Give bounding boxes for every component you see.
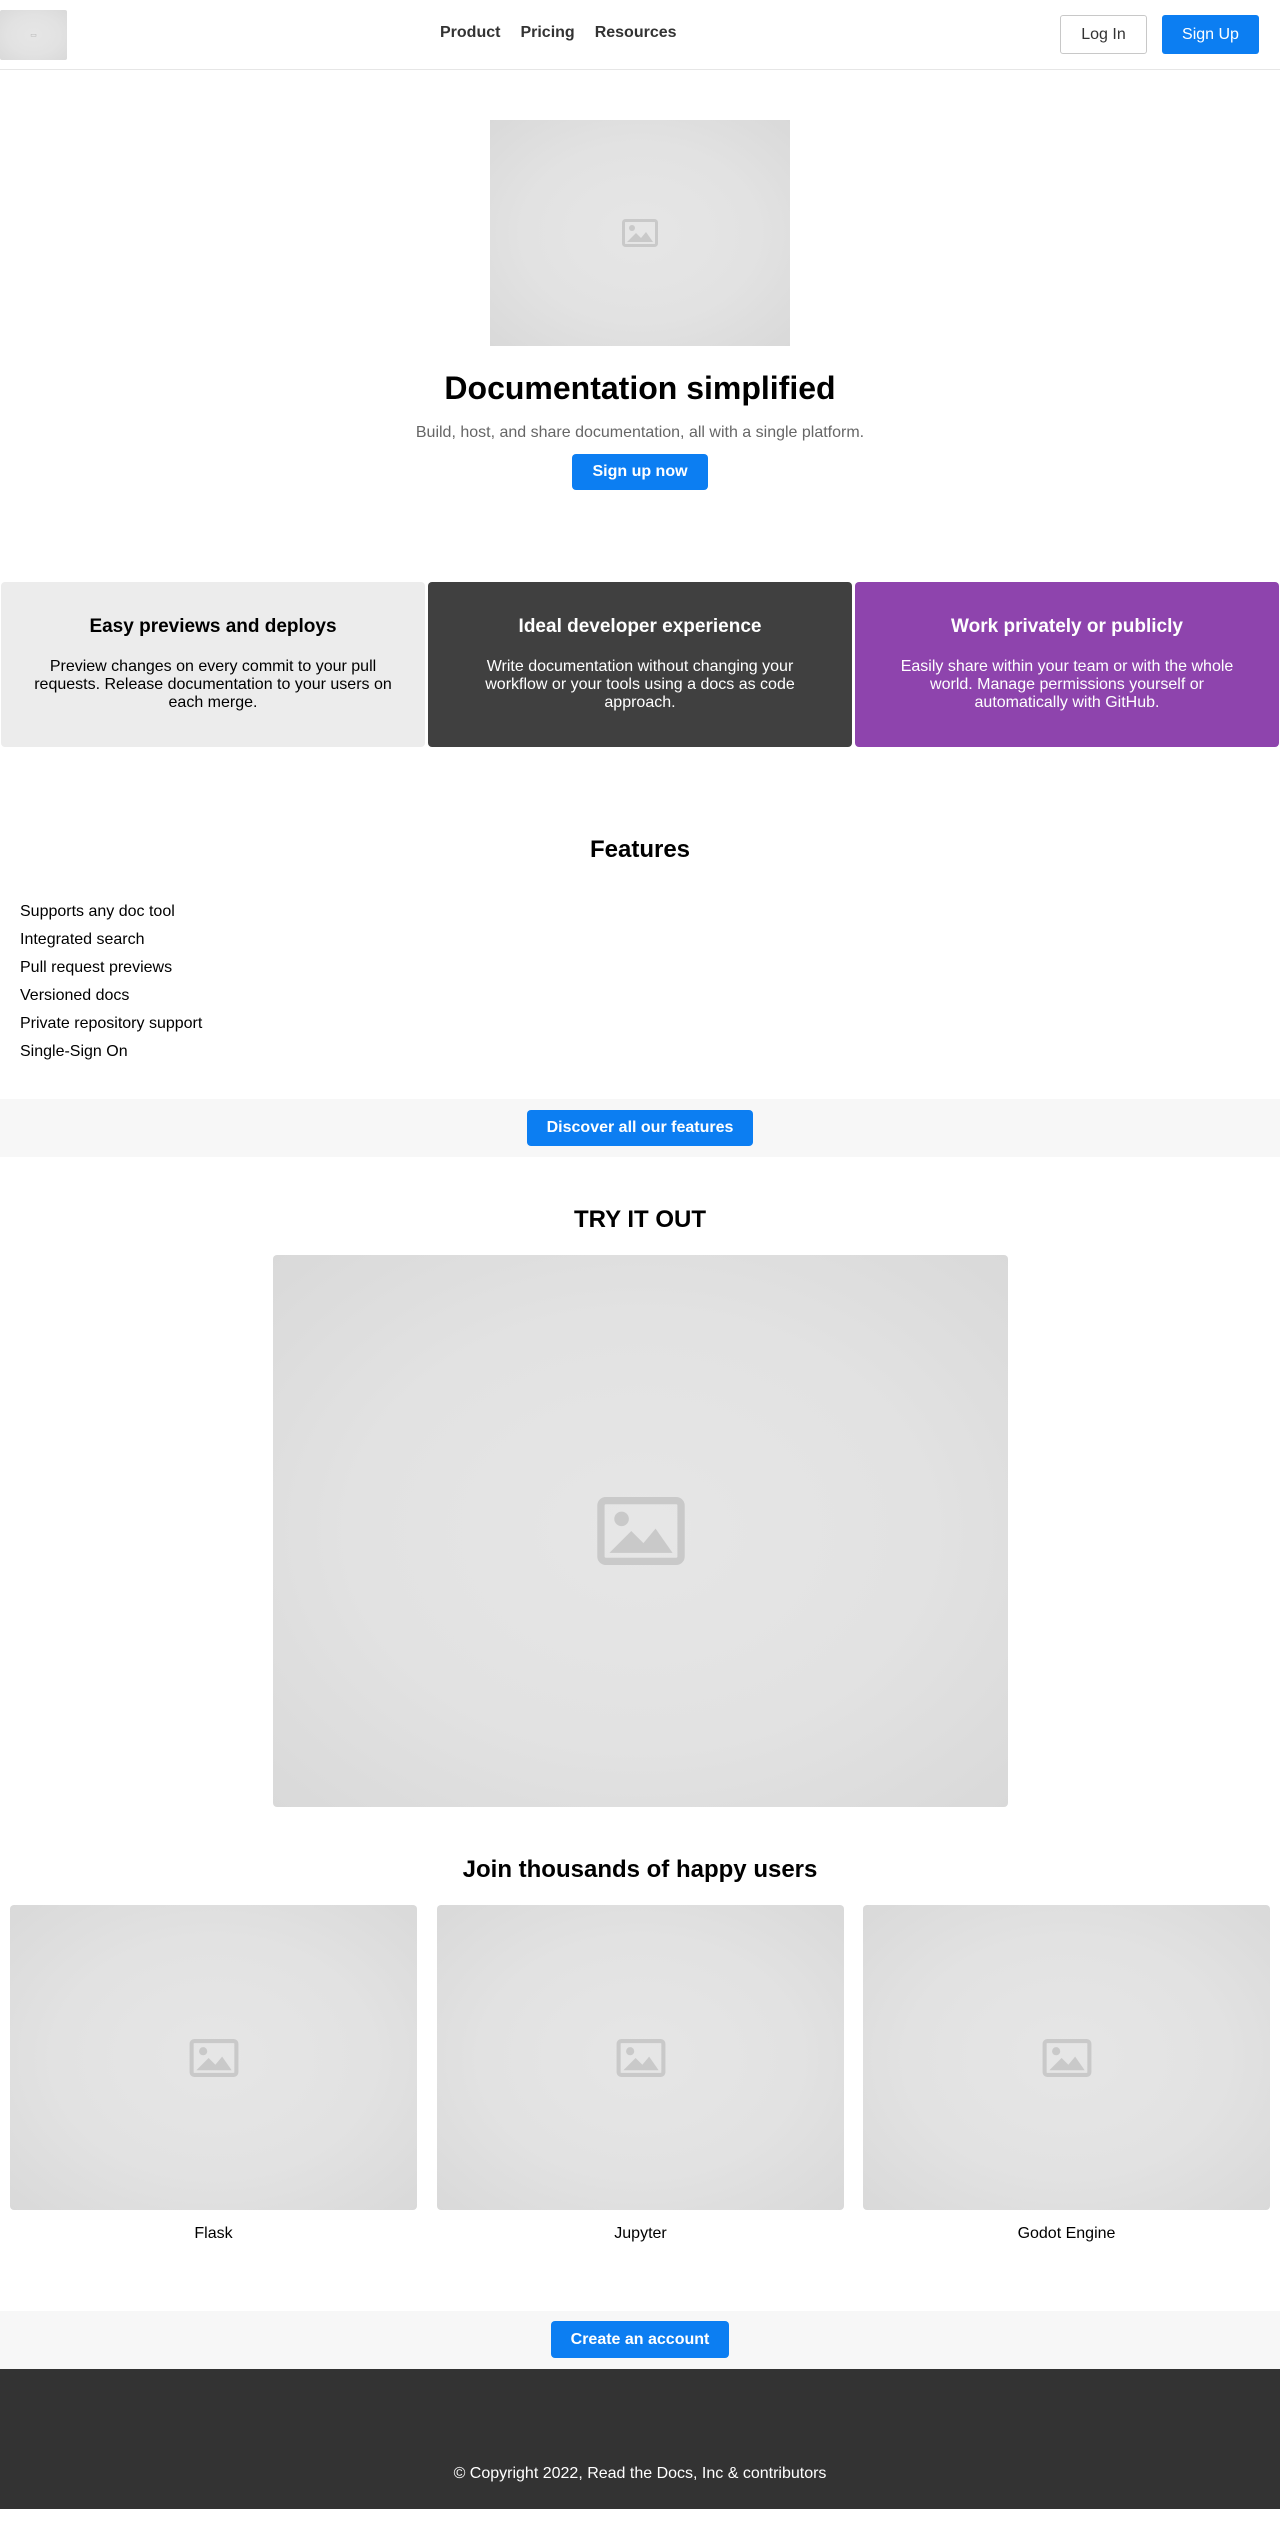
hero-title: Documentation simplified: [444, 370, 836, 406]
user-card-godot[interactable]: Godot Engine: [863, 1905, 1270, 2243]
create-account-button[interactable]: Create an account: [551, 2321, 729, 2358]
try-it-out-title: TRY IT OUT: [574, 1206, 706, 1233]
image-placeholder-icon: [622, 219, 658, 247]
login-button[interactable]: Log In: [1060, 15, 1147, 54]
benefit-card-title: Work privately or publicly: [951, 616, 1183, 637]
benefit-card-text: Preview changes on every commit to your …: [34, 658, 392, 711]
top-navbar: ▭ Product Pricing Resources Log In Sign …: [0, 0, 1280, 70]
image-placeholder-icon: [1042, 2038, 1091, 2077]
user-name: Jupyter: [614, 2225, 667, 2242]
nav-links: Product Pricing Resources: [440, 24, 677, 42]
user-card-flask[interactable]: Flask: [10, 1905, 417, 2243]
benefit-card-title: Easy previews and deploys: [89, 616, 337, 637]
benefit-card-title: Ideal developer experience: [518, 616, 762, 637]
users-title: Join thousands of happy users: [462, 1856, 818, 1883]
nav-link-product[interactable]: Product: [440, 24, 500, 42]
features-list: Supports any doc tool Integrated search …: [20, 903, 202, 1071]
nav-link-pricing[interactable]: Pricing: [520, 24, 574, 42]
user-card-jupyter[interactable]: Jupyter: [437, 1905, 844, 2243]
try-it-out-image: [273, 1255, 1008, 1807]
hero-subtitle: Build, host, and share documentation, al…: [415, 424, 865, 441]
benefit-card-developer: Ideal developer experience Write documen…: [428, 582, 852, 747]
user-logo-image: [437, 1905, 844, 2210]
feature-item: Pull request previews: [20, 959, 173, 976]
nav-link-resources[interactable]: Resources: [595, 24, 677, 42]
hero-image: [490, 120, 790, 346]
image-placeholder-icon: [596, 1497, 685, 1565]
benefit-card-text: Easily share within your team or with th…: [900, 658, 1234, 711]
site-logo[interactable]: ▭: [0, 10, 67, 60]
feature-item: Private repository support: [20, 1015, 203, 1032]
user-name: Flask: [194, 2225, 233, 2242]
feature-item: Single-Sign On: [20, 1043, 128, 1060]
benefit-card-previews: Easy previews and deploys Preview change…: [1, 582, 425, 747]
discover-features-button[interactable]: Discover all our features: [527, 1110, 753, 1146]
features-title: Features: [589, 836, 691, 863]
signup-now-button[interactable]: Sign up now: [572, 454, 708, 490]
user-logo-image: [863, 1905, 1270, 2210]
logo-placeholder-icon: ▭: [30, 32, 37, 39]
benefit-card-text: Write documentation without changing you…: [485, 658, 795, 711]
signup-button[interactable]: Sign Up: [1162, 15, 1259, 54]
user-logo-image: [10, 1905, 417, 2210]
feature-item: Supports any doc tool: [20, 903, 175, 920]
feature-item: Versioned docs: [20, 987, 130, 1004]
image-placeholder-icon: [616, 2038, 665, 2077]
user-name: Godot Engine: [1017, 2225, 1116, 2242]
feature-item: Integrated search: [20, 931, 145, 948]
image-placeholder-icon: [189, 2038, 238, 2077]
page-footer: [0, 2369, 1280, 2509]
footer-copyright: © Copyright 2022, Read the Docs, Inc & c…: [453, 2465, 827, 2482]
benefit-card-privacy: Work privately or publicly Easily share …: [855, 582, 1279, 747]
